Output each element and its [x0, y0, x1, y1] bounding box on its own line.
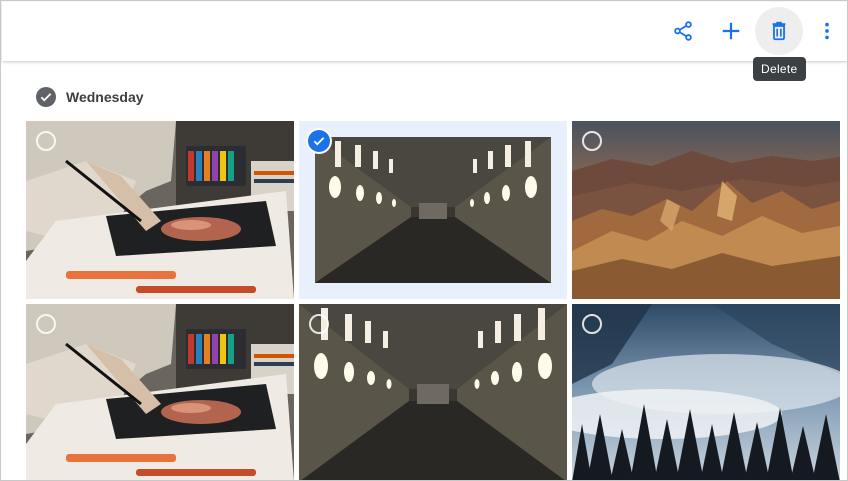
photo-tile[interactable] [572, 121, 840, 299]
photo-drawing-desk [26, 121, 294, 299]
photo-tile[interactable] [299, 304, 567, 480]
select-circle[interactable] [36, 314, 56, 334]
date-group-header: Wednesday [36, 86, 144, 108]
app-window: Delete Wednesday [0, 0, 848, 481]
more-vert-icon [825, 22, 829, 40]
selected-checkbox[interactable] [308, 130, 330, 152]
check-icon [313, 137, 325, 146]
date-label: Wednesday [66, 89, 144, 105]
photo-grid [26, 121, 840, 480]
photo-tunnel [315, 137, 551, 283]
photo-tunnel [299, 304, 567, 480]
delete-icon [772, 21, 786, 41]
photo-tile[interactable] [26, 304, 294, 480]
select-circle[interactable] [582, 131, 602, 151]
photo-tile[interactable] [26, 121, 294, 299]
share-icon [674, 21, 692, 41]
select-circle[interactable] [36, 131, 56, 151]
top-app-bar [2, 2, 847, 61]
delete-tooltip: Delete [753, 57, 806, 81]
check-icon [40, 93, 52, 102]
photo-drawing-desk [26, 304, 294, 480]
select-circle[interactable] [309, 314, 329, 334]
photo-tile[interactable] [572, 304, 840, 480]
photo-misty-forest [572, 304, 840, 480]
add-button[interactable] [707, 7, 755, 55]
select-day-checkbox[interactable] [36, 87, 56, 107]
more-options-button[interactable] [803, 7, 847, 55]
delete-button[interactable] [755, 7, 803, 55]
photo-desert-mountains [572, 121, 840, 299]
share-button[interactable] [659, 7, 707, 55]
photo-tile-selected[interactable] [299, 121, 567, 299]
select-circle[interactable] [582, 314, 602, 334]
add-icon [722, 22, 740, 40]
